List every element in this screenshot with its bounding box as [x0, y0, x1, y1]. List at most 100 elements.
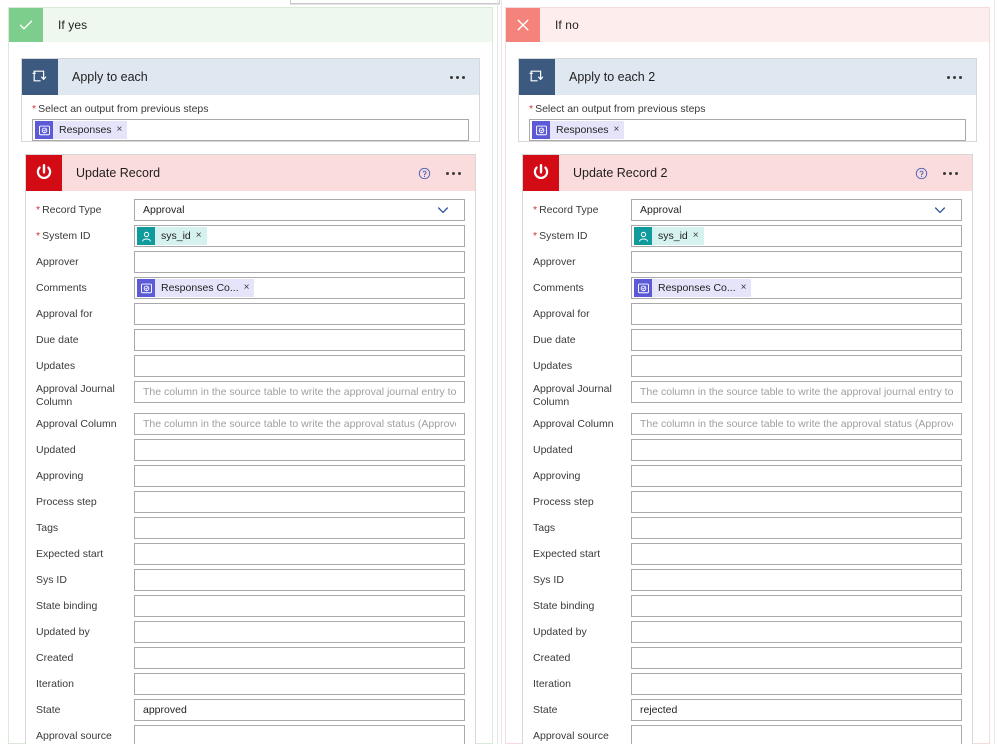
field-label-text: State	[36, 704, 61, 716]
output-picker-label: * Select an output from previous steps	[529, 103, 966, 116]
forms-icon	[532, 121, 550, 139]
field-row: Approval Column The column in the source …	[533, 413, 962, 435]
field-dropdown[interactable]: Approval	[631, 199, 962, 221]
field-text-input[interactable]	[631, 491, 962, 513]
forms-icon	[634, 279, 652, 297]
field-text-input[interactable]	[631, 543, 962, 565]
token-remove-icon[interactable]: ×	[692, 227, 704, 245]
field-token-input[interactable]: sys_id ×	[631, 225, 962, 247]
loop-icon	[519, 59, 555, 95]
help-icon[interactable]	[910, 155, 932, 191]
field-text-input[interactable]	[631, 725, 962, 744]
field-text-input[interactable]	[631, 569, 962, 591]
field-text-input[interactable]	[631, 439, 962, 461]
field-row: State binding	[36, 595, 465, 617]
field-text-input[interactable]	[631, 355, 962, 377]
help-icon[interactable]	[413, 155, 435, 191]
field-token-input[interactable]: sys_id ×	[134, 225, 465, 247]
field-text-input[interactable]	[631, 465, 962, 487]
field-value: Approval	[640, 204, 682, 216]
field-text-input[interactable]	[134, 491, 465, 513]
field-text-input[interactable]	[134, 569, 465, 591]
overflow-menu-button[interactable]	[932, 155, 968, 191]
field-row: Process step	[36, 491, 465, 513]
field-text-input[interactable]	[631, 303, 962, 325]
field-text-input[interactable]: rejected	[631, 699, 962, 721]
field-label-text: Created	[533, 652, 571, 664]
field-text-input[interactable]	[134, 725, 465, 744]
field-label-text: Iteration	[533, 678, 571, 690]
field-token[interactable]: sys_id ×	[634, 227, 704, 245]
field-text-input[interactable]: The column in the source table to write …	[631, 413, 962, 435]
field-row: Approval source	[533, 725, 962, 744]
field-text-input[interactable]	[134, 543, 465, 565]
field-label-text: Due date	[533, 334, 576, 346]
field-text-input[interactable]	[631, 251, 962, 273]
chevron-down-icon[interactable]	[436, 203, 456, 217]
field-text-input[interactable]	[134, 465, 465, 487]
output-picker-input[interactable]: Responses ×	[529, 119, 966, 141]
field-token[interactable]: sys_id ×	[137, 227, 207, 245]
field-text-input[interactable]: The column in the source table to write …	[631, 381, 962, 403]
field-text-input[interactable]: approved	[134, 699, 465, 721]
field-text-input[interactable]	[134, 303, 465, 325]
sysid-icon	[137, 227, 155, 245]
field-label: * System ID	[533, 225, 631, 243]
field-label-text: Process step	[533, 496, 594, 508]
field-label-text: Iteration	[36, 678, 74, 690]
field-label: Approval Column	[533, 413, 631, 431]
field-token-label: sys_id	[652, 227, 693, 245]
field-label: Approval for	[533, 303, 631, 321]
field-text-input[interactable]	[134, 439, 465, 461]
field-text-input[interactable]	[134, 595, 465, 617]
chevron-down-icon[interactable]	[933, 203, 953, 217]
field-token[interactable]: Responses Co... ×	[137, 279, 255, 297]
field-text-input[interactable]	[134, 355, 465, 377]
field-text-input[interactable]	[631, 329, 962, 351]
field-label: State	[533, 699, 631, 717]
field-label: Process step	[533, 491, 631, 509]
field-row: Iteration	[533, 673, 962, 695]
update-record-header[interactable]: Update Record 2	[523, 155, 972, 191]
field-row: Approver	[36, 251, 465, 273]
output-picker-input[interactable]: Responses ×	[32, 119, 469, 141]
field-token[interactable]: Responses Co... ×	[634, 279, 752, 297]
field-placeholder: The column in the source table to write …	[640, 386, 953, 398]
token-remove-icon[interactable]: ×	[740, 279, 752, 297]
responses-token-label: Responses	[53, 121, 117, 139]
field-text-input[interactable]	[134, 647, 465, 669]
apply-to-each-header[interactable]: Apply to each	[22, 59, 479, 95]
field-dropdown[interactable]: Approval	[134, 199, 465, 221]
responses-token[interactable]: Responses ×	[35, 121, 128, 139]
field-text-input[interactable]	[631, 673, 962, 695]
field-text-input[interactable]	[134, 621, 465, 643]
field-label: Updated	[36, 439, 134, 457]
field-text-input[interactable]	[134, 673, 465, 695]
update-record-header[interactable]: Update Record	[26, 155, 475, 191]
field-text-input[interactable]: The column in the source table to write …	[134, 413, 465, 435]
field-token-input[interactable]: Responses Co... ×	[631, 277, 962, 299]
field-text-input[interactable]	[631, 517, 962, 539]
field-label: Approval source	[36, 725, 134, 743]
field-token-label: sys_id	[155, 227, 196, 245]
apply-to-each-header[interactable]: Apply to each 2	[519, 59, 976, 95]
field-row: State binding	[533, 595, 962, 617]
field-token-input[interactable]: Responses Co... ×	[134, 277, 465, 299]
overflow-menu-button[interactable]	[936, 59, 972, 95]
overflow-menu-button[interactable]	[435, 155, 471, 191]
field-text-input[interactable]	[631, 647, 962, 669]
field-text-input[interactable]	[631, 621, 962, 643]
responses-token[interactable]: Responses ×	[532, 121, 625, 139]
field-value: approved	[143, 704, 187, 716]
field-text-input[interactable]	[631, 595, 962, 617]
overflow-menu-button[interactable]	[439, 59, 475, 95]
field-text-input[interactable]: The column in the source table to write …	[134, 381, 465, 403]
token-remove-icon[interactable]: ×	[116, 121, 128, 139]
token-remove-icon[interactable]: ×	[613, 121, 625, 139]
field-text-input[interactable]	[134, 517, 465, 539]
token-remove-icon[interactable]: ×	[243, 279, 255, 297]
field-text-input[interactable]	[134, 251, 465, 273]
token-remove-icon[interactable]: ×	[195, 227, 207, 245]
required-asterisk: *	[533, 230, 538, 242]
field-text-input[interactable]	[134, 329, 465, 351]
